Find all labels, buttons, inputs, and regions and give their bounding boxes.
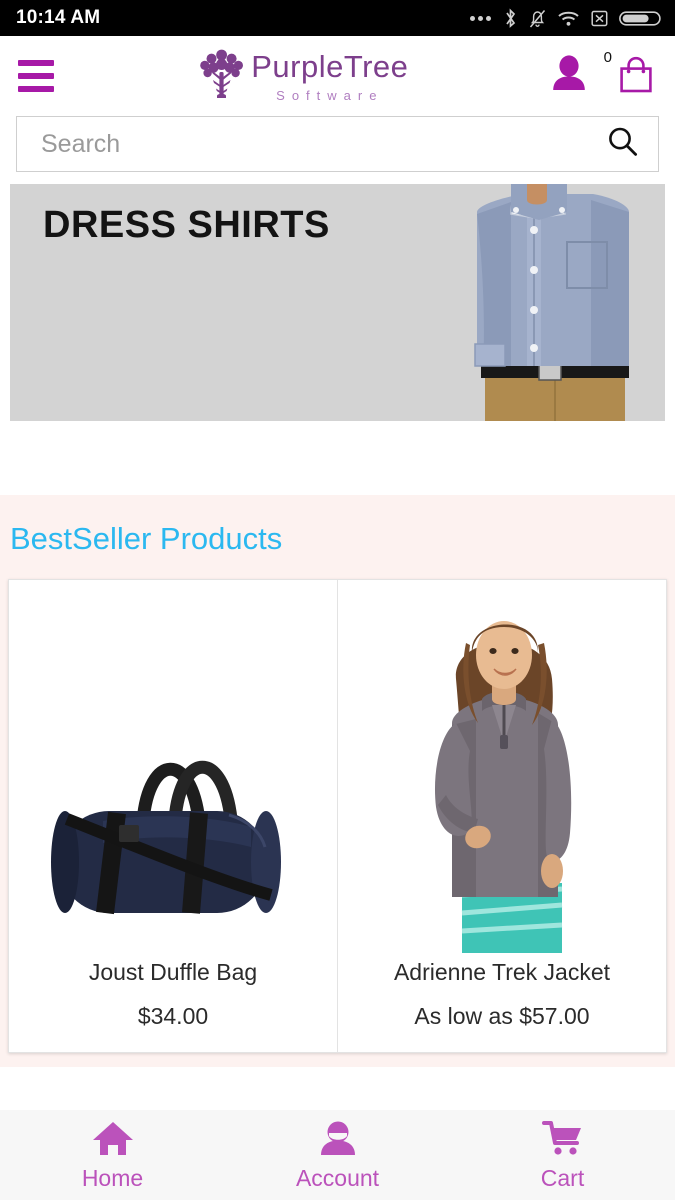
bluetooth-icon	[503, 7, 518, 29]
status-time: 10:14 AM	[16, 7, 101, 28]
cart-button[interactable]: 0	[604, 49, 657, 100]
logo[interactable]: PurpleTree Software	[54, 46, 550, 107]
search-box[interactable]	[16, 116, 659, 172]
hamburger-bar	[18, 86, 54, 92]
product-card[interactable]: Adrienne Trek Jacket As low as $57.00	[337, 580, 666, 1052]
wifi-icon	[557, 9, 580, 28]
header-actions: 0	[550, 49, 657, 100]
cart-count-badge: 0	[603, 48, 612, 66]
person-icon	[317, 1119, 359, 1159]
shopping-cart-icon	[541, 1119, 584, 1159]
search-icon[interactable]	[606, 125, 640, 164]
nav-label: Account	[295, 1164, 380, 1191]
home-icon	[92, 1119, 134, 1159]
product-image	[338, 580, 666, 955]
shopping-bag-icon	[615, 53, 657, 100]
banner-image	[415, 184, 665, 421]
product-grid: Joust Duffle Bag $34.00 Adrienne Trek Ja…	[8, 579, 667, 1053]
product-image	[9, 580, 337, 955]
logo-name: PurpleTree	[251, 48, 409, 84]
nav-item-account[interactable]: Account	[225, 1119, 450, 1192]
nav-label: Home	[81, 1164, 144, 1191]
search-bar	[0, 116, 675, 172]
status-bar: 10:14 AM	[0, 0, 675, 36]
bestseller-section: BestSeller Products Joust Duffle Bag $34…	[0, 495, 675, 1067]
no-sim-icon	[590, 9, 609, 28]
user-icon[interactable]	[550, 54, 588, 99]
banner-title: DRESS SHIRTS	[43, 204, 330, 246]
nav-item-cart[interactable]: Cart	[450, 1119, 675, 1192]
app-header: PurpleTree Software 0	[0, 36, 675, 116]
product-price: As low as $57.00	[414, 1003, 590, 1029]
battery-icon	[619, 9, 661, 28]
hamburger-menu-icon[interactable]	[18, 60, 54, 92]
notifications-muted-icon	[528, 8, 547, 29]
section-title: BestSeller Products	[10, 521, 283, 556]
bottom-navigation: Home Account Cart	[0, 1110, 675, 1200]
purple-tree-icon	[195, 46, 249, 107]
hamburger-bar	[18, 60, 54, 66]
product-name: Adrienne Trek Jacket	[393, 959, 611, 985]
search-input[interactable]	[39, 128, 606, 160]
product-card[interactable]: Joust Duffle Bag $34.00	[9, 580, 337, 1052]
product-name: Joust Duffle Bag	[88, 959, 258, 985]
status-icon-group	[470, 7, 661, 29]
promo-banner[interactable]: DRESS SHIRTS	[10, 184, 665, 421]
nav-label: Cart	[540, 1164, 585, 1191]
product-price: $34.00	[137, 1003, 209, 1029]
hamburger-bar	[18, 73, 54, 79]
more-dots-icon	[470, 15, 491, 21]
nav-item-home[interactable]: Home	[0, 1119, 225, 1192]
logo-tagline: Software	[276, 87, 384, 103]
